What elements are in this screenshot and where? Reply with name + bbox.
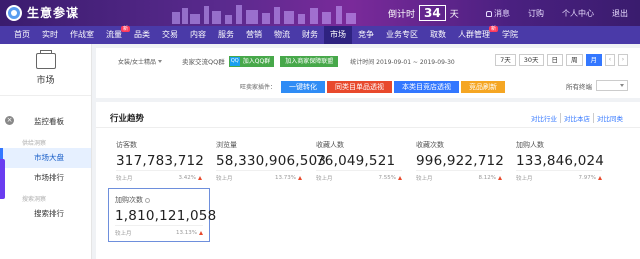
sidebar-item-search-rank[interactable]: 搜索排行 — [0, 204, 91, 224]
up-arrow-icon — [498, 176, 502, 180]
messages-link[interactable]: 消息 — [486, 8, 510, 19]
metric-card-visitors[interactable]: 访客数 317,783,712 较上月 3.42% — [110, 134, 208, 186]
float-tab[interactable] — [0, 159, 5, 199]
nav-content[interactable]: 内容 — [184, 26, 212, 44]
panel-title: 行业趋势 — [110, 114, 145, 124]
metric-value: 133,846,024 — [516, 153, 605, 169]
metric-card-fav-users[interactable]: 收藏人数 76,049,521 较上月 7.55% — [310, 134, 408, 186]
app-logo[interactable]: 生意参谋 — [6, 4, 79, 21]
skyline-decoration — [172, 5, 356, 24]
nav-service[interactable]: 服务 — [212, 26, 240, 44]
sidebar-item-market-overview[interactable]: 市场大盘 — [0, 148, 91, 168]
date-tabs: 7天 30天 日 周 月 ‹ › — [495, 54, 628, 66]
top-links: 消息 订购 个人中心 退出 — [486, 8, 628, 19]
chevron-down-icon — [158, 59, 163, 63]
compare-links: 对比行业 对比本店 对比同类 — [528, 113, 626, 123]
divider — [96, 127, 640, 128]
tab-week[interactable]: 周 — [566, 54, 583, 66]
logo-icon — [6, 4, 22, 21]
nav-logistics[interactable]: 物流 — [268, 26, 296, 44]
chevron-down-icon — [620, 84, 624, 87]
nav-business-zone[interactable]: 业务专区 — [380, 26, 424, 44]
nav-home[interactable]: 首页 — [8, 26, 36, 44]
metric-value: 76,049,521 — [316, 153, 396, 169]
join-merchant-button[interactable]: 加入商家保障联盟 — [280, 55, 339, 67]
chevron-left-icon[interactable]: ‹ — [605, 54, 615, 66]
metric-value: 996,922,712 — [416, 153, 505, 169]
terminal-select[interactable] — [596, 80, 628, 91]
metric-card-cart-users[interactable]: 加购人数 133,846,024 较上月 7.97% — [510, 134, 608, 186]
nav-competition[interactable]: 竞争 — [352, 26, 380, 44]
close-icon[interactable]: × — [5, 116, 14, 125]
metric-value: 58,330,906,503 — [216, 153, 327, 169]
up-arrow-icon — [199, 231, 203, 235]
nav-trade[interactable]: 交易 — [156, 26, 184, 44]
up-arrow-icon — [198, 176, 202, 180]
sidebar-title: 市场 — [36, 76, 55, 86]
industry-trend-panel: 行业趋势 对比行业 对比本店 对比同类 访客数 317,783,712 较上月 3… — [96, 102, 640, 259]
qq-group-label: 卖家交流QQ群 — [182, 58, 225, 66]
nav-audience[interactable]: 人群管理 新 — [452, 26, 498, 44]
sidebar-header: 市场 — [0, 44, 91, 96]
sidebar-section-supply: 供给洞察 — [22, 140, 47, 147]
tab-7-days[interactable]: 7天 — [495, 54, 516, 66]
countdown-prefix: 倒计时 — [388, 9, 416, 20]
plugin-shop-view-button[interactable]: 本类目竞店透视 — [394, 80, 460, 93]
up-arrow-icon — [598, 176, 602, 180]
sidebar-item-market-rank[interactable]: 市场排行 — [0, 168, 91, 188]
plugin-label: 旺卖家插件： — [240, 84, 277, 91]
compare-peer-link[interactable]: 对比同类 — [593, 113, 626, 123]
terminal-label: 所有终端 — [566, 82, 592, 91]
up-arrow-icon — [398, 176, 402, 180]
tab-day[interactable]: 日 — [546, 54, 563, 66]
countdown: 倒计时 34 天 — [388, 5, 459, 21]
top-banner: 生意参谋 倒计时 34 天 消息 订购 个人中心 退出 — [0, 0, 640, 26]
compare-industry-link[interactable]: 对比行业 — [528, 113, 560, 123]
nav-data-fetch[interactable]: 取数 — [424, 26, 452, 44]
app-title: 生意参谋 — [27, 6, 80, 20]
compare-shop-link[interactable]: 对比本店 — [560, 113, 593, 123]
metric-value: 1,810,121,058 — [115, 208, 217, 224]
nav-finance[interactable]: 财务 — [296, 26, 324, 44]
countdown-days: 34 — [419, 5, 446, 21]
sidebar-section-search: 搜索洞察 — [22, 196, 47, 203]
tab-month[interactable]: 月 — [585, 54, 602, 66]
plugin-one-click-button[interactable]: 一键转化 — [281, 80, 326, 93]
nav-category[interactable]: 品类 — [128, 26, 156, 44]
nav-market[interactable]: 市场 — [324, 26, 352, 44]
plugin-refresh-button[interactable]: 竞品刷新 — [461, 80, 506, 93]
tab-30-days[interactable]: 30天 — [518, 54, 544, 66]
up-arrow-icon — [298, 176, 302, 180]
bell-icon — [486, 10, 492, 17]
subscribe-link[interactable]: 订购 — [528, 8, 544, 19]
nav-warroom[interactable]: 作战室 — [64, 26, 100, 44]
personal-center-link[interactable]: 个人中心 — [562, 8, 594, 19]
date-range: 统计时间 2019-09-01 ~ 2019-09-30 — [350, 58, 455, 66]
nav-traffic[interactable]: 流量 新 — [100, 26, 130, 44]
filter-panel: 女装/女士精品 卖家交流QQ群 QQ 加入QQ群 加入商家保障联盟 统计时间 2… — [96, 48, 640, 98]
nav-marketing[interactable]: 营销 — [240, 26, 268, 44]
main-nav: 首页 实时 作战室 流量 新 品类 交易 内容 服务 营销 物流 财务 市场 竞… — [0, 26, 640, 44]
metric-card-fav-count[interactable]: 收藏次数 996,922,712 较上月 8.12% — [410, 134, 508, 186]
metric-card-cart-count[interactable]: 加购次数 1,810,121,058 较上月 13.13% — [108, 188, 217, 242]
join-qq-button[interactable]: QQ 加入QQ群 — [228, 55, 275, 67]
market-icon — [35, 50, 56, 69]
info-icon[interactable] — [145, 197, 150, 203]
metric-value: 317,783,712 — [116, 153, 205, 169]
category-select[interactable]: 女装/女士精品 — [118, 57, 163, 66]
sidebar: 市场 监控看板 供给洞察 市场大盘 市场排行 搜索洞察 搜索排行 × — [0, 44, 92, 259]
nav-academy[interactable]: 学院 — [496, 26, 524, 44]
chevron-right-icon[interactable]: › — [618, 54, 628, 66]
terminal-filter: 所有终端 — [566, 80, 628, 91]
plugin-item-view-button[interactable]: 同类目单品透视 — [327, 80, 393, 93]
qq-icon: QQ — [229, 56, 240, 66]
countdown-suffix: 天 — [449, 9, 459, 20]
logout-link[interactable]: 退出 — [612, 8, 628, 19]
nav-realtime[interactable]: 实时 — [36, 26, 64, 44]
metric-card-pageviews[interactable]: 浏览量 58,330,906,503 较上月 13.73% — [210, 134, 327, 186]
